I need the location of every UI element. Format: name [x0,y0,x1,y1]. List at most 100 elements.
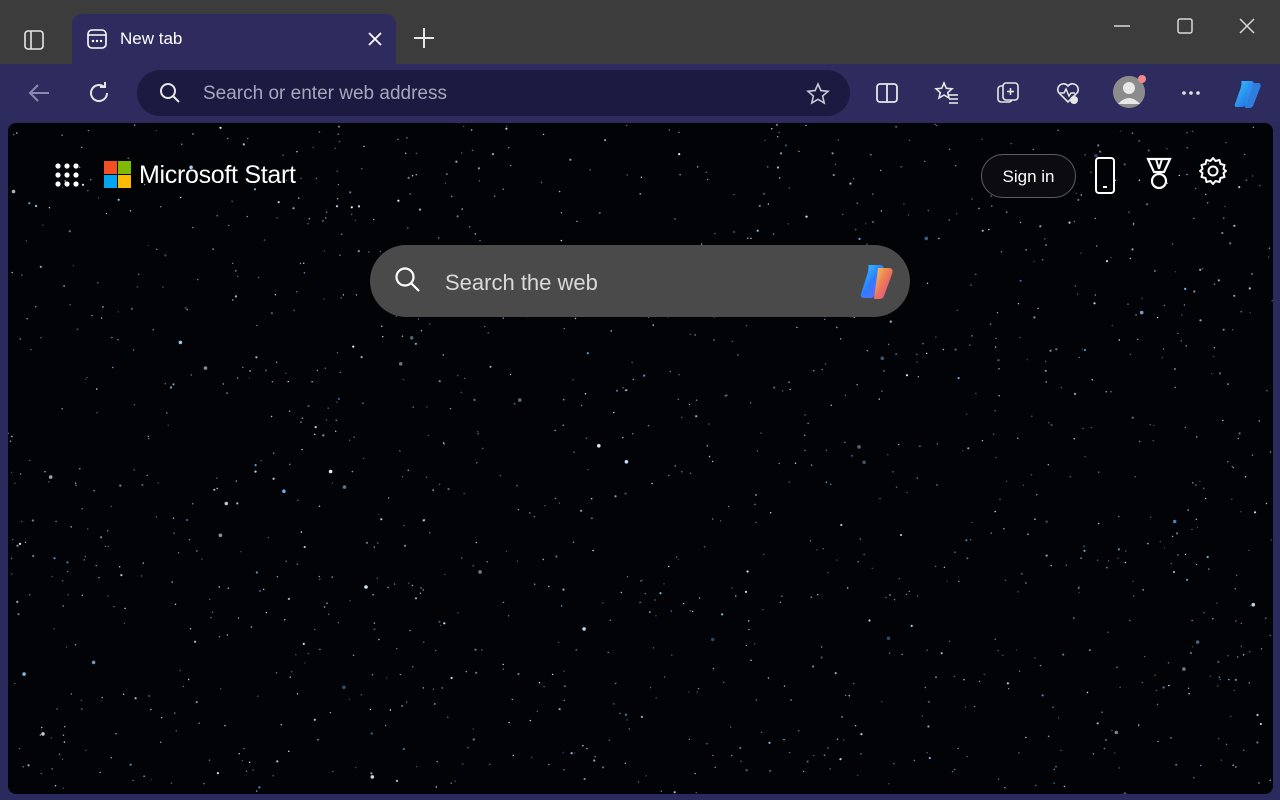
star [971,198,973,200]
settings-gear-icon[interactable] [1198,156,1228,186]
star [304,662,306,664]
close-window-icon[interactable] [1237,16,1257,36]
star [161,717,163,719]
star [441,687,443,689]
star [845,694,847,696]
star [218,636,221,638]
star [156,248,158,251]
star [530,756,533,759]
star [97,282,99,284]
star [502,188,504,190]
star [1033,260,1035,263]
star [558,641,560,644]
star [75,484,77,486]
star [788,481,790,483]
star [460,391,462,394]
star [1154,270,1156,272]
sign-in-button[interactable]: Sign in [981,154,1076,198]
star [337,133,339,135]
mobile-phone-icon[interactable] [1093,156,1117,196]
star [398,362,403,366]
star [83,559,85,561]
star [307,652,310,655]
star [936,443,938,445]
copilot-icon[interactable] [856,259,900,303]
star [1131,248,1134,251]
star [1234,588,1236,590]
favorites-button[interactable] [932,78,962,108]
star [300,177,302,180]
star [319,578,321,580]
star [824,318,826,321]
star [740,760,742,762]
rewards-medal-icon[interactable] [1144,156,1174,192]
star [150,779,152,781]
maximize-icon[interactable] [1175,16,1195,36]
star [681,416,683,419]
star [572,379,574,381]
star [323,250,325,252]
star [248,761,251,763]
star [572,541,575,543]
star [1047,464,1050,466]
star [249,370,251,372]
web-search-box[interactable]: Search the web [370,245,910,317]
tab-actions-button[interactable] [12,22,56,58]
star [971,521,973,524]
star [100,536,103,539]
star [948,148,951,150]
star [275,672,278,674]
star [779,601,782,603]
star [830,404,832,406]
star [585,437,587,439]
star [829,768,831,770]
star [111,336,113,339]
star [1039,225,1042,228]
tab-new-tab[interactable]: New tab [72,14,396,64]
star [1173,367,1176,371]
split-screen-button[interactable] [872,78,902,108]
star [81,508,83,510]
refresh-button[interactable] [84,78,114,108]
star [1129,619,1131,622]
star [834,163,837,166]
star [1236,574,1238,577]
star [326,602,328,604]
star [422,589,424,591]
favorite-star-icon[interactable] [806,82,830,106]
address-bar[interactable]: Search or enter web address [137,70,850,116]
minimize-icon[interactable] [1112,16,1132,36]
more-options-button[interactable] [1176,78,1206,108]
collections-button[interactable] [993,78,1023,108]
star [879,169,882,172]
star [61,758,64,760]
browser-essentials-button[interactable] [1053,78,1083,108]
star [624,389,626,392]
star [951,770,954,773]
back-button[interactable] [24,78,54,108]
star [948,640,951,642]
star [888,652,891,654]
star [954,348,957,351]
star [775,123,779,126]
star [451,195,453,198]
star [1157,740,1159,743]
star [365,541,369,544]
star [461,208,463,210]
new-tab-plus-icon[interactable] [410,24,438,52]
close-tab-icon[interactable] [366,30,384,48]
star [107,530,109,532]
star [39,265,42,268]
star [18,747,21,750]
star [342,485,347,489]
star [226,634,228,636]
star [1238,186,1241,189]
star [463,492,465,495]
star [1217,737,1220,740]
copilot-button[interactable] [1230,76,1266,112]
star [40,772,42,775]
star [731,754,733,757]
star [1091,379,1094,381]
brand-name[interactable]: Microsoft Start [139,161,296,190]
app-launcher-icon[interactable] [54,162,80,188]
